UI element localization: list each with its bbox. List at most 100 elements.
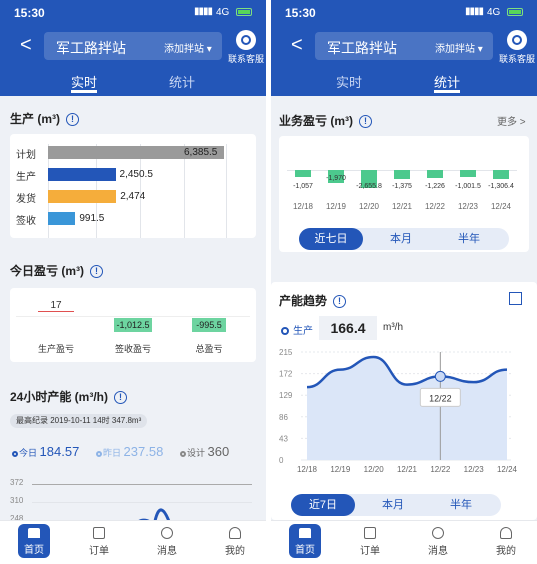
bar-label: 计划 [16, 150, 36, 161]
customer-service-label: 联系客服 [499, 54, 536, 64]
tab-stats[interactable]: 统计 [417, 72, 477, 93]
xtick-label: 12/19 [330, 465, 351, 474]
xtick-label: 12/24 [497, 465, 518, 474]
add-station-button[interactable]: 添加拌站 ▾ [435, 40, 483, 55]
back-button[interactable]: < [291, 34, 303, 56]
expand-icon[interactable] [509, 292, 522, 305]
back-button[interactable]: < [20, 34, 32, 56]
profit-bar [460, 170, 476, 177]
nav-orders-label: 订单 [360, 546, 380, 557]
total-profit-label: 总盈亏 [195, 344, 223, 354]
tab-stats[interactable]: 统计 [152, 72, 212, 91]
info-icon[interactable]: ! [359, 115, 372, 129]
nav-profile[interactable]: 我的 [481, 527, 531, 557]
header: 15:30 ▮▮▮▮ 4G < 军工路拌站 添加拌站 ▾ 联系客服 实时 统计 [0, 0, 266, 96]
nav-home[interactable]: 首页 [18, 524, 50, 558]
xtick-label: 12/21 [397, 465, 418, 474]
battery-icon [507, 8, 523, 16]
trend-legend: 生产 [281, 322, 313, 337]
nav-home-label: 首页 [24, 545, 44, 556]
battery-icon [236, 8, 252, 16]
date-label: 12/18 [292, 202, 314, 211]
trend-title-text: 产能趋势 [279, 294, 328, 308]
today-value: 184.57 [39, 444, 80, 459]
profit-value: -2,655.8 [356, 183, 382, 190]
profit-value: -1,226 [425, 183, 445, 190]
nav-messages-label: 消息 [428, 546, 448, 557]
bottom-nav: 首页 订单 消息 我的 [271, 520, 537, 564]
period-halfyear[interactable]: 半年 [439, 228, 499, 250]
add-station-button[interactable]: 添加拌站 ▾ [164, 40, 212, 55]
profit-bar [394, 170, 410, 180]
tab-realtime-label: 实时 [70, 75, 97, 90]
network-label: 4G [487, 7, 501, 18]
nav-orders[interactable]: 订单 [345, 527, 395, 557]
profit-title-text: 业务盈亏 (m³) [279, 114, 353, 128]
profit-value: -1,970 [326, 175, 346, 182]
info-icon[interactable]: ! [66, 113, 79, 127]
profit-bar [295, 170, 311, 178]
period-halfyear[interactable]: 半年 [431, 494, 491, 516]
date-label: 12/20 [358, 202, 380, 211]
period-month[interactable]: 本月 [371, 228, 431, 250]
today-profit-title-text: 今日盈亏 (m³) [10, 264, 84, 278]
period-month[interactable]: 本月 [363, 494, 423, 516]
yesterday-label: 昨日 [103, 448, 122, 458]
bar-label: 发货 [16, 194, 36, 205]
station-selector[interactable]: 军工路拌站 添加拌站 ▾ [44, 32, 222, 60]
date-label: 12/19 [325, 202, 347, 211]
bar-label: 签收 [16, 216, 36, 227]
nav-messages[interactable]: 消息 [413, 527, 463, 557]
nav-profile-label: 我的 [225, 546, 245, 557]
profit-bar [427, 170, 443, 179]
record-badge: 最高纪录 2019-10-11 14时 347.8m³ [10, 414, 148, 428]
production-card: 计划 6,385.5 生产 2,450.5 发货 2,474 签收 991.5 [10, 134, 256, 238]
customer-service-button[interactable]: 联系客服 [499, 30, 535, 65]
production-title: 生产 (m³)! [10, 110, 79, 127]
headset-icon [507, 30, 527, 50]
legend-dot-icon [281, 327, 289, 336]
tab-underline [434, 90, 460, 93]
more-link[interactable]: 更多 > [497, 113, 526, 128]
profit-value: -1,057 [293, 183, 313, 190]
signal-icon: ▮▮▮▮ [194, 6, 213, 17]
info-icon[interactable]: ! [114, 391, 128, 405]
info-icon[interactable]: ! [90, 265, 103, 279]
tab-realtime[interactable]: 实时 [54, 72, 114, 93]
nav-profile-label: 我的 [496, 546, 516, 557]
today-capacity: 今日 184.57 [12, 444, 79, 459]
xtick-label: 12/18 [297, 465, 318, 474]
nav-messages[interactable]: 消息 [142, 527, 192, 557]
nav-home[interactable]: 首页 [289, 524, 321, 558]
today-profit-title: 今日盈亏 (m³)! [10, 262, 103, 279]
home-icon [28, 528, 40, 538]
cursor-point[interactable] [434, 370, 446, 382]
bar-value: 2,450.5 [119, 169, 153, 180]
headset-icon [236, 30, 256, 50]
nav-orders-label: 订单 [89, 546, 109, 557]
production-bar [48, 212, 76, 225]
nav-profile[interactable]: 我的 [210, 527, 260, 557]
station-selector[interactable]: 军工路拌站 添加拌站 ▾ [315, 32, 493, 60]
ytick-label: 43 [279, 434, 288, 443]
status-time: 15:30 [14, 6, 45, 20]
receipt-profit-label: 签收盈亏 [114, 344, 151, 354]
ytick-label: 86 [279, 413, 288, 422]
info-icon[interactable]: ! [333, 295, 347, 309]
date-label: 12/22 [424, 202, 446, 211]
tab-realtime[interactable]: 实时 [319, 72, 379, 91]
customer-service-button[interactable]: 联系客服 [228, 30, 264, 65]
receipt-profit-value: -1,012.5 [114, 318, 152, 332]
production-title-text: 生产 (m³) [10, 112, 60, 126]
station-name: 军工路拌站 [327, 40, 397, 56]
nav-orders[interactable]: 订单 [74, 527, 124, 557]
xtick-label: 12/20 [364, 465, 385, 474]
header: 15:30 ▮▮▮▮ 4G < 军工路拌站 添加拌站 ▾ 联系客服 实时 统计 [271, 0, 537, 96]
period-7days[interactable]: 近七日 [299, 228, 363, 250]
design-label: 设计 [187, 448, 206, 458]
period-7days[interactable]: 近7日 [291, 494, 355, 516]
tab-underline [71, 90, 97, 93]
ytick-label: 129 [279, 391, 293, 400]
design-line [32, 484, 252, 485]
trend-card: 产能趋势! 生产 166.4 m³/h 0 43 86 129 172 215 12/18 1… [271, 282, 537, 520]
